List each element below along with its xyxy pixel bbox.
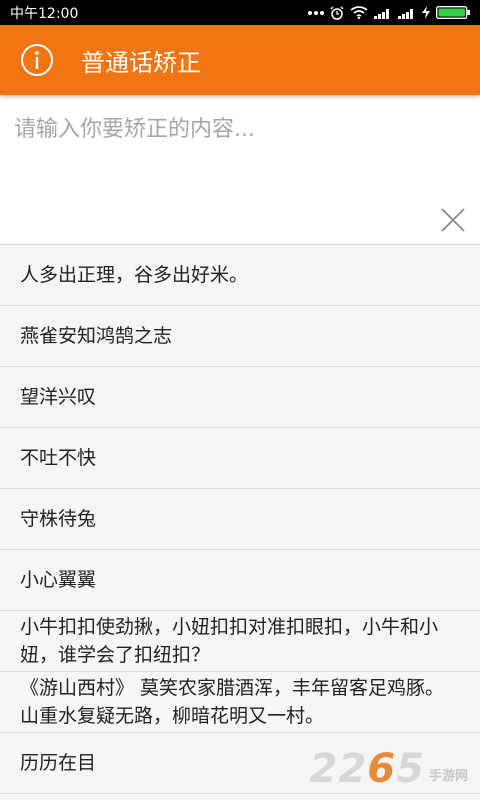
- app-bar: 普通话矫正: [0, 25, 480, 95]
- list-item-text: 不吐不快: [20, 447, 97, 469]
- info-icon[interactable]: [20, 43, 54, 77]
- status-icons: [308, 5, 470, 20]
- list-item[interactable]: 望洋兴叹: [0, 367, 480, 428]
- list-item[interactable]: 人多出正理，谷多出好米。: [0, 245, 480, 306]
- input-area: [0, 95, 480, 245]
- watermark-number: 2265: [309, 746, 425, 792]
- list-item[interactable]: 不吐不快: [0, 428, 480, 489]
- list-item-text: 燕雀安知鸿鹄之志: [20, 325, 173, 347]
- list-item-text: 《游山西村》 莫笑农家腊酒浑，丰年留客足鸡豚。山重水复疑无路，柳暗花明又一村。: [20, 677, 445, 727]
- wifi-icon: [350, 6, 368, 19]
- list-item[interactable]: 小牛扣扣使劲揪，小妞扣扣对准扣眼扣，小牛和小妞，谁学会了扣纽扣？: [0, 611, 480, 672]
- list-item-text: 人多出正理，谷多出好米。: [20, 264, 249, 286]
- signal-icon: [398, 8, 413, 19]
- list-item-text: 望洋兴叹: [20, 386, 97, 408]
- content-input[interactable]: [0, 95, 420, 235]
- alarm-icon: [330, 5, 344, 20]
- battery-icon: [436, 6, 470, 19]
- charging-icon: [422, 6, 430, 19]
- list-item-text: 小牛扣扣使劲揪，小妞扣扣对准扣眼扣，小牛和小妞，谁学会了扣纽扣？: [20, 616, 439, 666]
- signal-icon: [374, 8, 389, 19]
- watermark: 2265 手游网: [310, 746, 468, 792]
- phrase-list: 人多出正理，谷多出好米。 燕雀安知鸿鹄之志 望洋兴叹 不吐不快 守株待兔 小心翼…: [0, 245, 480, 794]
- status-bar: 中午12:00: [0, 0, 480, 25]
- watermark-text: 手游网: [428, 769, 468, 784]
- status-time: 中午12:00: [10, 5, 79, 22]
- list-item[interactable]: 小心翼翼: [0, 550, 480, 611]
- page-title: 普通话矫正: [81, 48, 201, 77]
- list-item-text: 守株待兔: [20, 508, 97, 530]
- close-icon[interactable]: [440, 207, 466, 233]
- list-item-text: 历历在目: [20, 752, 97, 774]
- list-item-text: 小心翼翼: [20, 569, 97, 591]
- list-item[interactable]: 《游山西村》 莫笑农家腊酒浑，丰年留客足鸡豚。山重水复疑无路，柳暗花明又一村。: [0, 672, 480, 733]
- more-dots-icon: [308, 10, 324, 15]
- list-item[interactable]: 燕雀安知鸿鹄之志: [0, 306, 480, 367]
- list-item[interactable]: 守株待兔: [0, 489, 480, 550]
